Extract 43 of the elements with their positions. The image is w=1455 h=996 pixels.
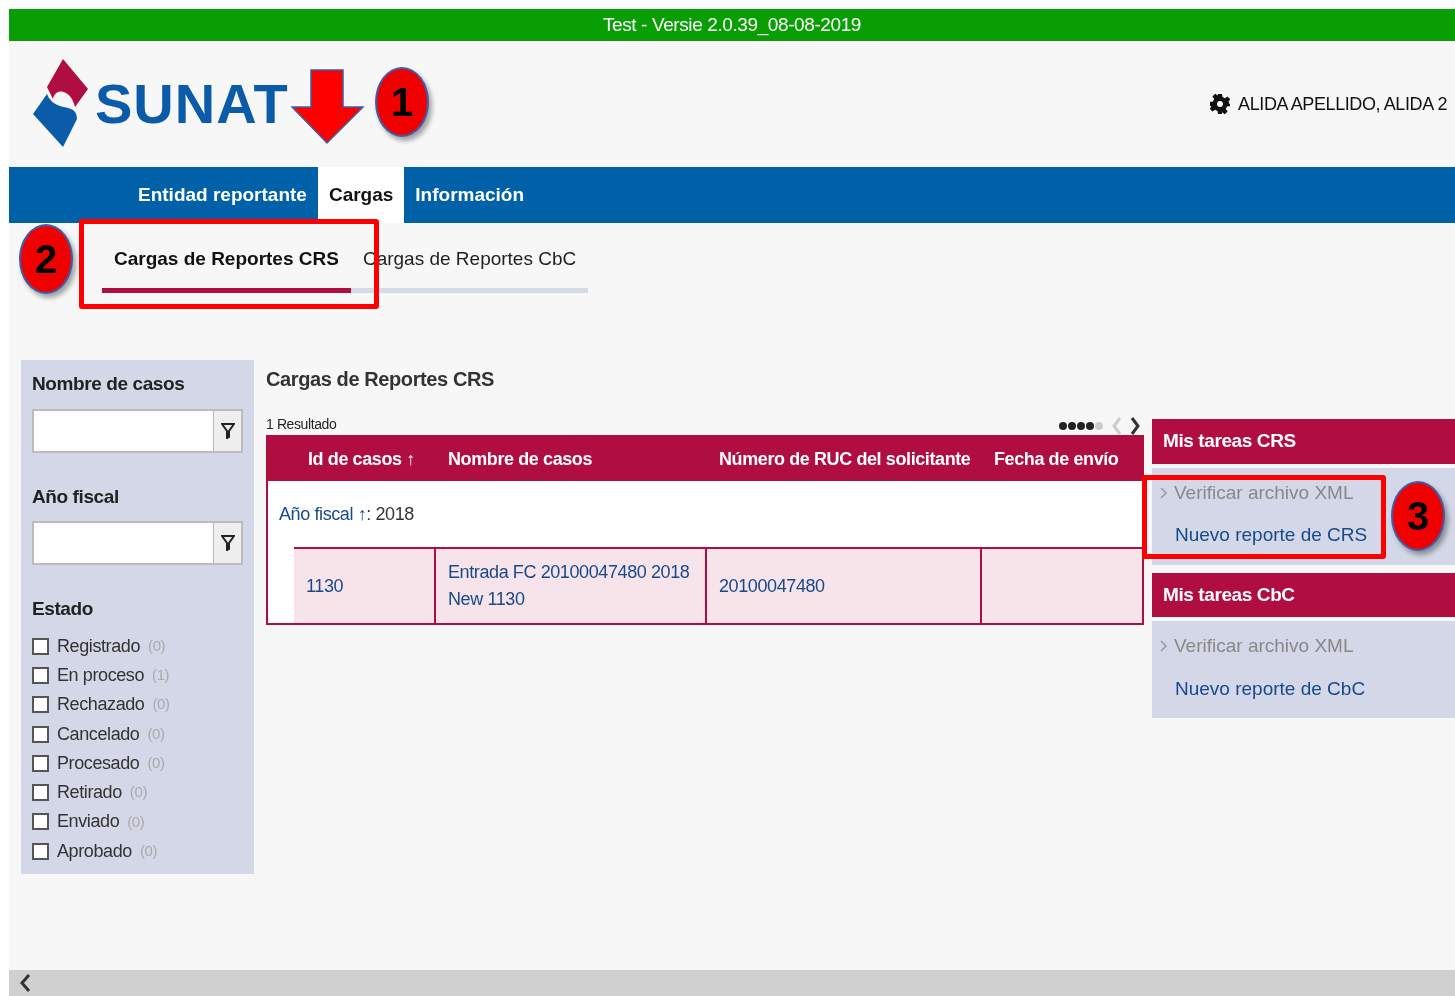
nav-tab[interactable]: Información <box>404 167 536 223</box>
group-link[interactable]: Año fiscal ↑ <box>279 500 367 528</box>
status-label[interactable]: Rechazado <box>57 691 145 719</box>
filter-label: Año fiscal <box>32 484 120 509</box>
filter-label: Nombre de casos <box>32 372 186 396</box>
table-cell-text: Entrada FC 20100047480 2018 New 1130 <box>448 561 691 611</box>
status-count: (0) <box>139 840 157 861</box>
task-link[interactable]: Nuevo reporte de CbC <box>1152 667 1366 710</box>
column-header[interactable]: Fecha de envío <box>994 445 1119 473</box>
status-label[interactable]: Registrado <box>57 632 141 660</box>
column-header[interactable]: Número de RUC del solicitante <box>719 445 971 473</box>
status-count: (0) <box>147 753 165 774</box>
status-label[interactable]: Retirado <box>57 779 122 807</box>
table-cell-text: 1130 <box>306 574 344 598</box>
filter-label: Estado <box>32 597 94 621</box>
section-title: Cargas de Reportes CRS <box>266 367 495 392</box>
panel-header: Mis tareas CbC <box>1152 572 1455 617</box>
version-banner: Test - Versie 2.0.39_08-08-2019 <box>9 9 1455 41</box>
nav-tab[interactable]: Cargas <box>317 167 405 223</box>
status-count: (0) <box>147 723 165 744</box>
step-number: 2 <box>19 224 73 294</box>
status-label[interactable]: En proceso <box>57 661 145 689</box>
status-count: (1) <box>152 665 170 686</box>
status-label[interactable]: Procesado <box>57 749 140 777</box>
column-header[interactable]: Nombre de casos <box>448 445 593 473</box>
table-cell-text: 20100047480 <box>719 574 825 598</box>
sub-tab[interactable]: Cargas de Reportes CRS <box>102 233 351 293</box>
status-count: (0) <box>127 811 145 832</box>
step-number: 1 <box>375 67 429 137</box>
status-label[interactable]: Aprobado <box>57 837 132 865</box>
status-label[interactable]: Cancelado <box>57 720 140 748</box>
status-count: (0) <box>148 635 166 656</box>
sunat-logo[interactable]: SUNAT <box>33 59 289 149</box>
task-link[interactable]: Nuevo reporte de CRS <box>1152 514 1368 557</box>
panel-header: Mis tareas CRS <box>1152 419 1455 464</box>
status-count: (0) <box>129 782 147 803</box>
status-label[interactable]: Enviado <box>57 808 120 836</box>
status-count: (0) <box>152 694 170 715</box>
result-count: 1 Resultado <box>266 415 337 434</box>
user-name[interactable]: ALIDA APELLIDO, ALIDA 2 <box>1238 90 1447 118</box>
column-header[interactable]: Id de casos ↑ <box>308 445 415 473</box>
nav-tab[interactable]: Entidad reportante <box>127 167 318 223</box>
group-value: : 2018 <box>366 502 414 526</box>
